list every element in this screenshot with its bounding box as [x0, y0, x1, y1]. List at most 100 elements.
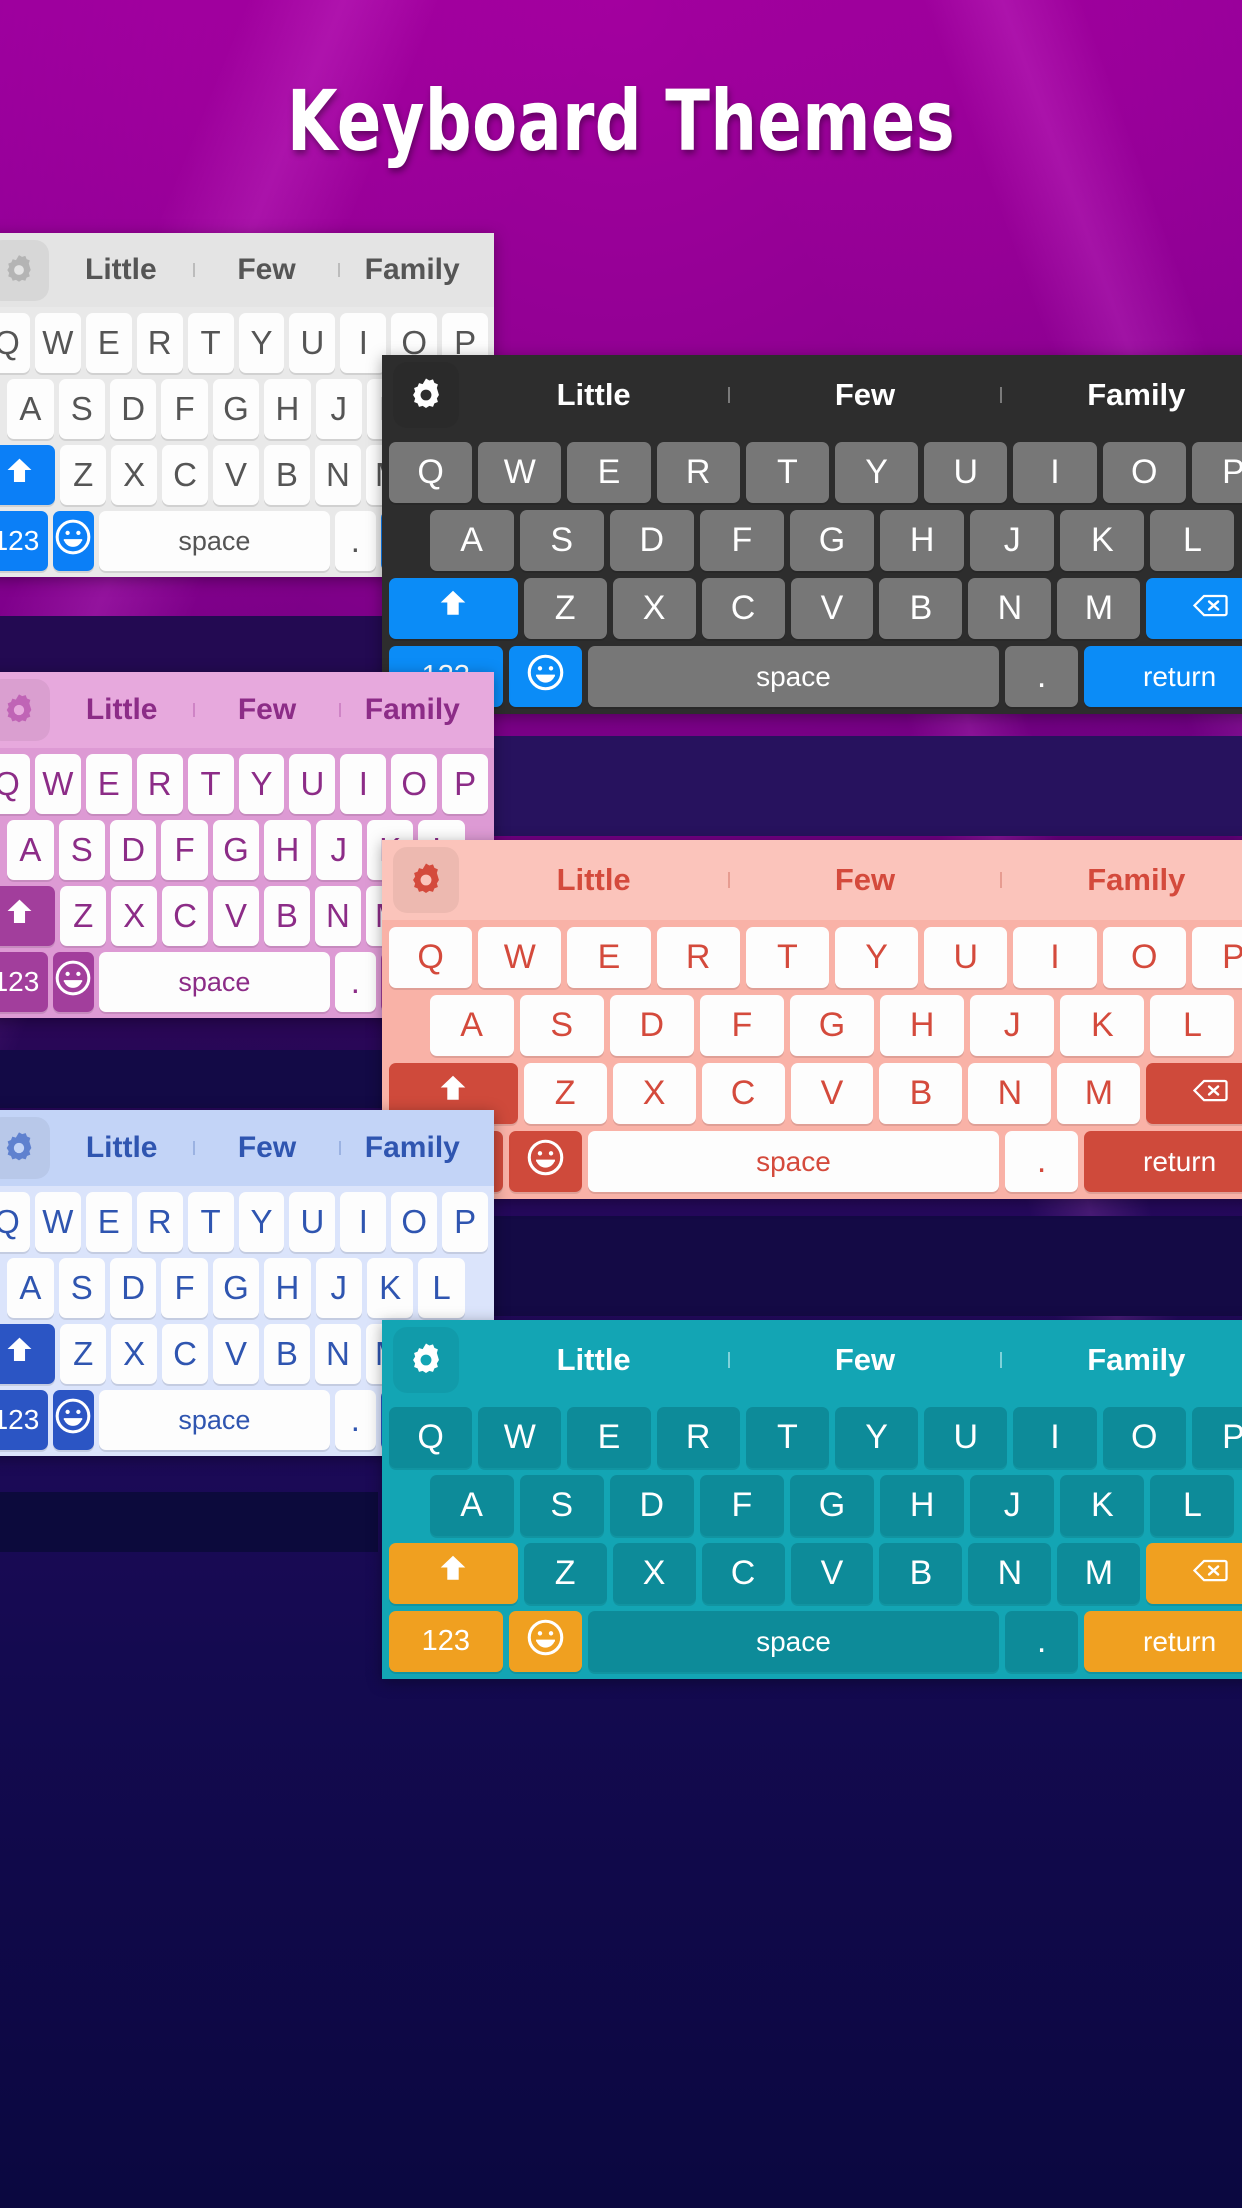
key-n[interactable]: N [968, 578, 1052, 639]
key-g[interactable]: G [212, 379, 260, 439]
key-t[interactable]: T [745, 927, 830, 988]
key-o[interactable]: O [391, 1192, 438, 1252]
key-g[interactable]: G [212, 820, 260, 880]
key-l[interactable]: L [1150, 510, 1235, 571]
key-x[interactable]: X [612, 1063, 696, 1124]
key-v[interactable]: V [213, 886, 259, 946]
key-u[interactable]: U [289, 1192, 336, 1252]
key-r[interactable]: R [136, 313, 183, 373]
suggestion-word-3[interactable]: Family [341, 693, 484, 727]
key-s[interactable]: S [58, 379, 105, 439]
key-g[interactable]: G [789, 1475, 875, 1536]
key-t[interactable]: T [187, 1192, 234, 1252]
key-n[interactable]: N [968, 1063, 1052, 1124]
key-a[interactable]: A [429, 510, 514, 571]
key-y[interactable]: Y [238, 313, 285, 373]
key-d[interactable]: D [110, 1258, 157, 1318]
key-c[interactable]: C [701, 1543, 785, 1604]
key-q[interactable]: Q [0, 1192, 30, 1252]
key-e[interactable]: E [567, 442, 651, 503]
shift-key[interactable] [389, 1543, 518, 1604]
key-b[interactable]: B [263, 886, 310, 946]
key-j[interactable]: J [970, 510, 1055, 571]
key-z[interactable]: Z [523, 578, 607, 639]
key-y[interactable]: Y [835, 442, 919, 503]
space-key[interactable]: space [588, 646, 999, 707]
period-key[interactable]: . [334, 952, 376, 1012]
key-c[interactable]: C [162, 886, 209, 946]
key-o[interactable]: O [1102, 1407, 1186, 1468]
shift-key[interactable] [389, 578, 518, 639]
key-g[interactable]: G [212, 1258, 260, 1318]
key-j[interactable]: J [970, 995, 1055, 1056]
numbers-key[interactable]: 123 [0, 1390, 48, 1450]
key-v[interactable]: V [213, 445, 259, 505]
key-d[interactable]: D [609, 510, 694, 571]
key-l[interactable]: L [1150, 995, 1235, 1056]
return-key[interactable]: return [1084, 646, 1242, 707]
key-s[interactable]: S [58, 820, 105, 880]
backspace-key[interactable] [1146, 1063, 1242, 1124]
emoji-key[interactable] [508, 646, 583, 707]
space-key[interactable]: space [588, 1611, 999, 1672]
key-z[interactable]: Z [523, 1063, 607, 1124]
key-d[interactable]: D [609, 1475, 694, 1536]
key-y[interactable]: Y [835, 1407, 919, 1468]
shift-key[interactable] [0, 445, 56, 505]
gear-icon[interactable] [0, 679, 50, 741]
key-m[interactable]: M [1057, 1063, 1141, 1124]
key-s[interactable]: S [519, 1475, 604, 1536]
key-x[interactable]: X [612, 1543, 696, 1604]
key-w[interactable]: W [34, 313, 81, 373]
key-p[interactable]: P [442, 1192, 489, 1252]
key-w[interactable]: W [478, 1407, 562, 1468]
period-key[interactable]: . [334, 1390, 376, 1450]
key-l[interactable]: L [1150, 1475, 1235, 1536]
key-w[interactable]: W [34, 1192, 81, 1252]
key-w[interactable]: W [478, 442, 562, 503]
suggestion-word-3[interactable]: Family [1002, 862, 1242, 898]
key-u[interactable]: U [924, 1407, 1008, 1468]
key-b[interactable]: B [879, 578, 963, 639]
key-p[interactable]: P [1191, 927, 1242, 988]
period-key[interactable]: . [1004, 646, 1079, 707]
key-a[interactable]: A [7, 379, 54, 439]
key-j[interactable]: J [315, 1258, 362, 1318]
key-u[interactable]: U [289, 754, 336, 814]
key-j[interactable]: J [315, 820, 362, 880]
key-w[interactable]: W [478, 927, 562, 988]
key-k[interactable]: K [1060, 510, 1145, 571]
key-r[interactable]: R [136, 1192, 183, 1252]
keyboard-theme-coral[interactable]: Little Few Family Q W E R T Y U I O P A S D F G H J K L Z X C V B N… [382, 840, 1242, 1199]
key-j[interactable]: J [970, 1475, 1055, 1536]
key-x[interactable]: X [111, 1324, 158, 1384]
key-q[interactable]: Q [0, 313, 30, 373]
key-z[interactable]: Z [60, 1324, 107, 1384]
key-e[interactable]: E [567, 927, 651, 988]
key-h[interactable]: H [880, 1475, 965, 1536]
suggestion-word-1[interactable]: Little [459, 862, 728, 898]
gear-icon[interactable] [393, 1327, 459, 1393]
period-key[interactable]: . [334, 511, 376, 571]
key-m[interactable]: M [1057, 1543, 1141, 1604]
key-i[interactable]: I [340, 1192, 387, 1252]
key-x[interactable]: X [612, 578, 696, 639]
suggestion-word-1[interactable]: Little [459, 377, 728, 413]
key-i[interactable]: I [340, 313, 387, 373]
key-q[interactable]: Q [389, 1407, 473, 1468]
gear-icon[interactable] [393, 847, 459, 913]
key-r[interactable]: R [656, 1407, 740, 1468]
key-f[interactable]: F [161, 820, 208, 880]
key-r[interactable]: R [136, 754, 183, 814]
suggestion-word-2[interactable]: Few [195, 253, 339, 287]
backspace-key[interactable] [1146, 578, 1242, 639]
key-s[interactable]: S [58, 1258, 105, 1318]
key-v[interactable]: V [790, 1543, 874, 1604]
key-n[interactable]: N [314, 445, 361, 505]
key-a[interactable]: A [7, 820, 54, 880]
key-p[interactable]: P [1191, 442, 1242, 503]
backspace-key[interactable] [1146, 1543, 1242, 1604]
numbers-key[interactable]: 123 [389, 1611, 503, 1672]
key-t[interactable]: T [187, 313, 234, 373]
suggestion-word-2[interactable]: Few [195, 693, 338, 727]
